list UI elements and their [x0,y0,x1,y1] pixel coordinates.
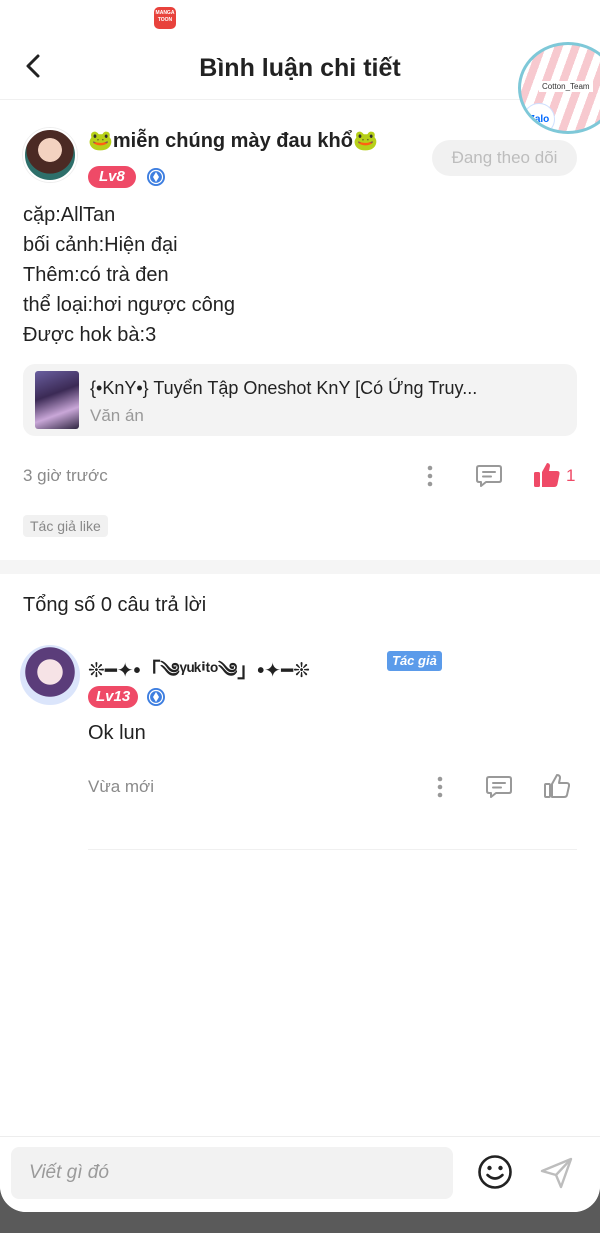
avatar[interactable] [23,128,77,182]
more-vertical-icon[interactable] [430,774,450,800]
comment-username[interactable]: 🐸miễn chúng mày đau khổ🐸 [88,128,378,153]
thumbs-up-icon[interactable] [542,771,572,801]
comment-input-bar [0,1136,600,1212]
avatar[interactable] [20,645,80,705]
comment-line: bối cảnh:Hiện đại [23,234,178,256]
verified-icon [147,168,165,186]
page-title: Bình luận chi tiết [199,54,401,82]
like-count: 1 [566,466,576,485]
book-cover-image [35,371,79,429]
emoji-icon[interactable] [476,1153,514,1191]
author-like-badge: Tác giả like [23,515,108,537]
status-bar: MANGA TOON [0,0,600,36]
book-title: {•KnY•} Tuyển Tập Oneshot KnY [Có Ứng Tr… [90,378,478,398]
author-badge: Tác giả [387,651,442,671]
comment-body: cặp:AllTan bối cảnh:Hiện đại Thêm:có trà… [23,200,235,350]
more-vertical-icon[interactable] [420,463,440,489]
floating-tag: Cotton_Team [539,81,593,92]
reply-item: ❊━✦•「༄ᵞᵘᵏⁱᵗᵒ༄」•✦━❊ Tác giả Lv13 Ok lun V… [0,640,600,852]
reply-count-title: Tổng số 0 câu trả lời [23,594,207,616]
reply-time: Vừa mới [88,777,154,796]
comment-input[interactable] [11,1147,453,1199]
header: Bình luận chi tiết [0,36,600,100]
send-icon[interactable] [538,1154,576,1192]
level-badge: Lv8 [88,166,136,188]
verified-icon [147,688,165,706]
thumbs-up-filled-icon[interactable] [532,460,562,490]
comment-time: 3 giờ trước [23,466,108,485]
screen: MANGA TOON Bình luận chi tiết Cotton_Tea… [0,0,600,1212]
reply-icon[interactable] [474,460,504,490]
comment-line: Thêm:có trà đen [23,264,169,286]
reply-text: Ok lun [88,722,146,744]
following-button[interactable]: Đang theo dõi [432,140,577,176]
comment-line: Được hok bà:3 [23,324,157,346]
divider [88,849,577,850]
comment-line: cặp:AllTan [23,204,116,226]
level-badge: Lv13 [88,686,139,708]
reply-icon[interactable] [484,771,514,801]
main-comment: 🐸miễn chúng mày đau khổ🐸 Lv8 Đang theo d… [0,100,600,560]
comment-line: thể loại:hơi ngược công [23,294,235,316]
book-card[interactable]: {•KnY•} Tuyển Tập Oneshot KnY [Có Ứng Tr… [23,364,577,436]
app-notification-icon: MANGA TOON [154,7,176,29]
book-subtitle: Văn án [90,406,144,425]
section-divider [0,560,600,574]
